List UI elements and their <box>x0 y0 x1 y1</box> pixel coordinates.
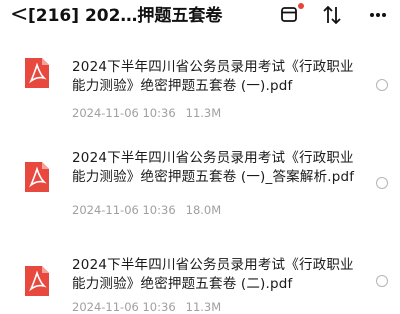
file-meta: 2024-11-06 10:36 11.3M <box>72 300 221 314</box>
pdf-file-icon <box>25 266 49 296</box>
window-icon[interactable] <box>280 5 298 23</box>
file-date: 2024-11-06 10:36 <box>72 300 176 314</box>
file-name: 2024下半年四川省公务员录用考试《行政职业能力测验》绝密押题五套卷 (一).p… <box>72 59 354 94</box>
more-icon[interactable] <box>368 5 388 25</box>
file-size: 18.0M <box>185 203 222 217</box>
file-date: 2024-11-06 10:36 <box>72 203 176 217</box>
pdf-file-icon <box>25 58 49 88</box>
top-bar: < [216] 202…押题五套卷 <box>0 0 400 34</box>
file-date: 2024-11-06 10:36 <box>72 106 176 120</box>
file-meta: 2024-11-06 10:36 18.0M <box>72 203 221 217</box>
select-radio[interactable] <box>376 79 388 91</box>
file-meta: 2024-11-06 10:36 11.3M <box>72 106 221 120</box>
file-name: 2024下半年四川省公务员录用考试《行政职业能力测验》绝密押题五套卷 (二).p… <box>72 257 354 292</box>
file-size: 11.3M <box>185 300 222 314</box>
notification-dot <box>298 3 304 9</box>
select-radio[interactable] <box>376 275 388 287</box>
file-size: 11.3M <box>185 106 222 120</box>
pdf-file-icon <box>25 162 49 192</box>
file-name: 2024下半年四川省公务员录用考试《行政职业能力测验》绝密押题五套卷 (一)_答… <box>72 150 355 185</box>
select-radio[interactable] <box>376 177 388 189</box>
chevron-left-icon[interactable]: < <box>10 2 28 28</box>
sort-icon[interactable] <box>322 5 342 25</box>
folder-title: [216] 202…押题五套卷 <box>28 6 223 26</box>
